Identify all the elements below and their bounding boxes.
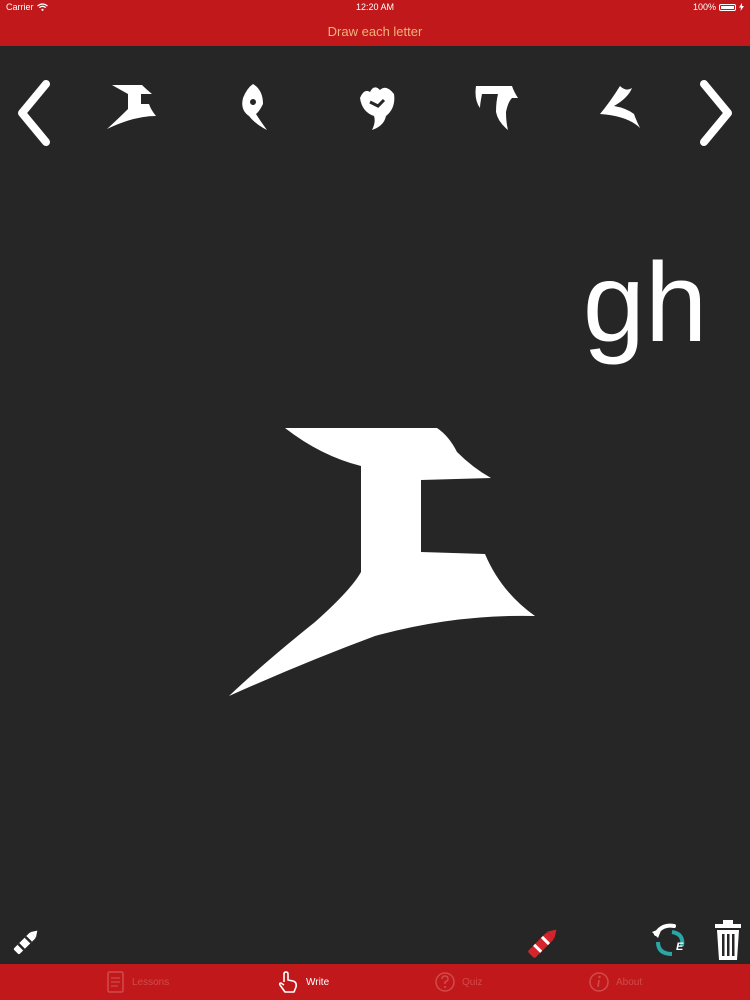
page-title: Draw each letter <box>327 24 423 39</box>
status-bar: Carrier 12:20 AM 100% <box>0 0 750 16</box>
battery-icon <box>719 3 736 11</box>
charging-bolt-icon <box>739 3 744 11</box>
klingon-m-glyph[interactable] <box>592 82 648 134</box>
question-icon <box>435 972 455 992</box>
info-icon <box>589 972 609 992</box>
navigation-bar: Draw each letter <box>0 16 750 46</box>
tab-quiz-label: Quiz <box>462 976 483 988</box>
tab-lessons[interactable]: Lessons <box>106 964 169 1000</box>
tab-write-label: Write <box>306 976 330 988</box>
tab-bar: Lessons Write Quiz About <box>0 964 750 1000</box>
chevron-right-icon[interactable] <box>696 78 736 148</box>
status-time: 12:20 AM <box>355 2 395 12</box>
tab-quiz[interactable]: Quiz <box>434 964 483 1000</box>
refresh-button[interactable]: E <box>648 918 692 962</box>
battery-percent: 100% <box>692 2 716 12</box>
tab-lessons-label: Lessons <box>132 976 170 988</box>
white-crayon-icon[interactable] <box>8 924 44 960</box>
trash-icon[interactable] <box>712 918 744 962</box>
latin-letter-label: gh <box>582 240 708 365</box>
klingon-l-glyph[interactable] <box>468 82 524 134</box>
battery-indicator: 100% <box>693 2 744 12</box>
tab-write[interactable]: Write <box>276 964 329 1000</box>
klingon-gh-large-glyph[interactable] <box>225 422 545 702</box>
chevron-left-icon[interactable] <box>14 78 54 148</box>
tab-about[interactable]: About <box>588 964 642 1000</box>
book-icon <box>107 971 124 993</box>
refresh-label: E <box>676 941 684 953</box>
red-crayon-icon[interactable] <box>522 922 564 964</box>
hand-pointer-icon <box>278 971 297 993</box>
tab-about-label: About <box>616 976 643 988</box>
klingon-i-glyph[interactable] <box>225 82 281 134</box>
klingon-j-glyph[interactable] <box>350 82 406 134</box>
klingon-gh-glyph[interactable] <box>104 82 160 134</box>
refresh-icon <box>652 923 685 956</box>
